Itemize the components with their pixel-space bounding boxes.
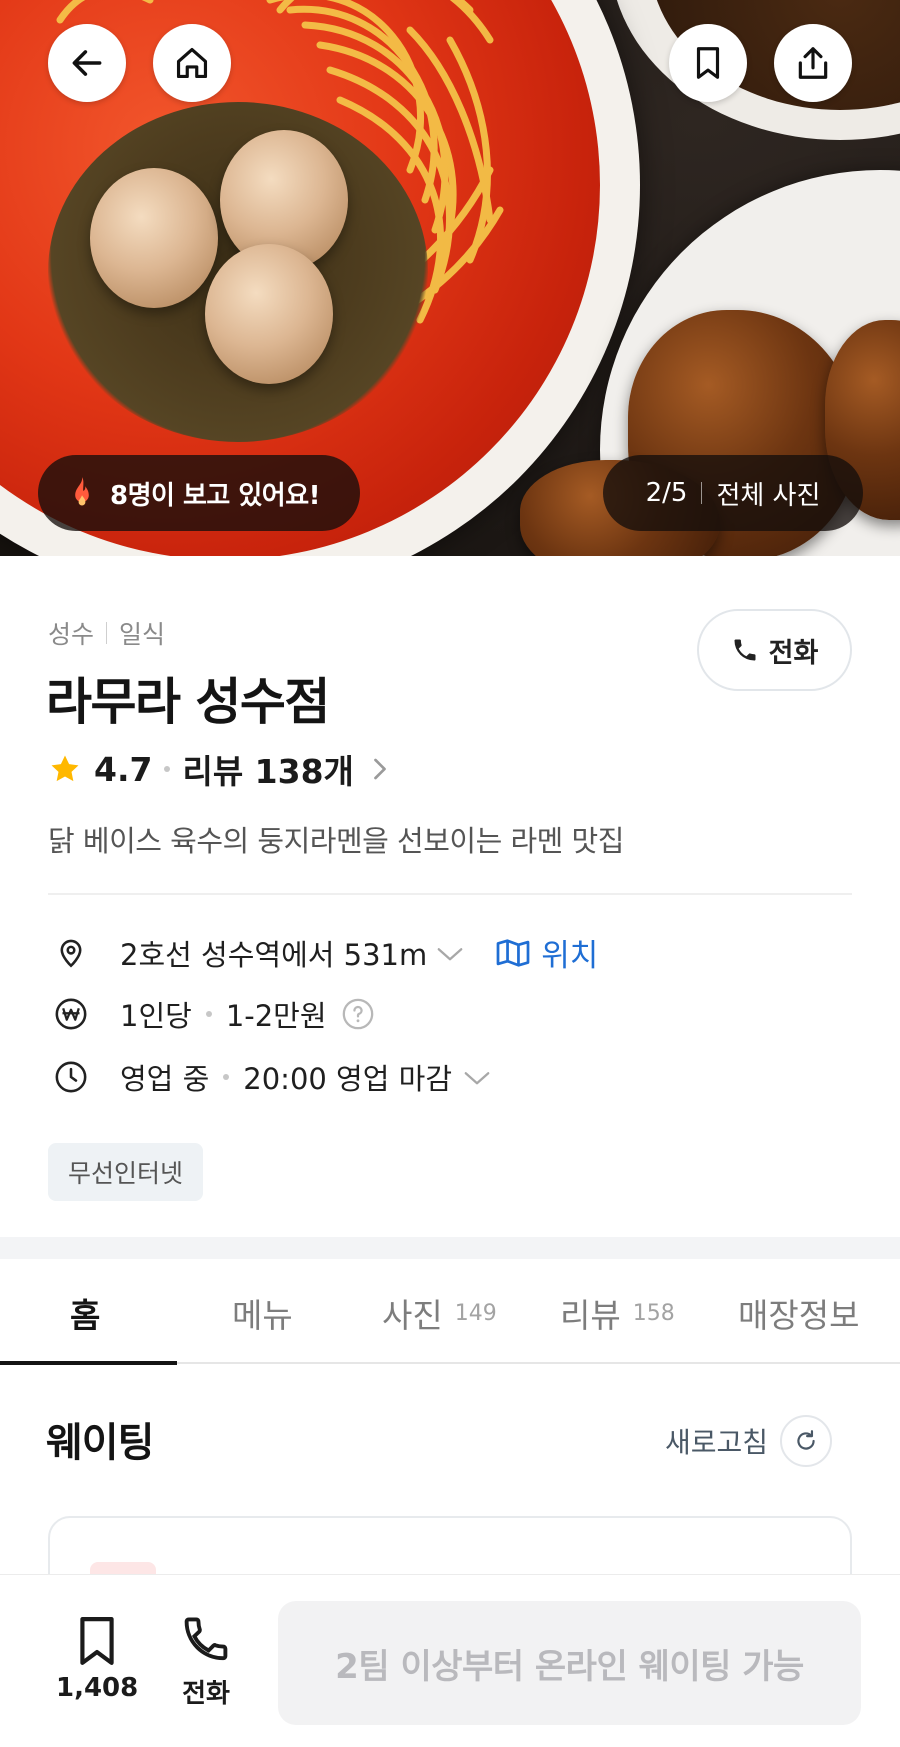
- tab-store-info[interactable]: 매장정보: [738, 1262, 859, 1364]
- price-row: 1인당 1-2만원: [52, 993, 375, 1035]
- section-divider: [48, 893, 852, 895]
- phone-icon: [734, 639, 756, 661]
- phone-icon: [184, 1617, 228, 1661]
- tab-count: 149: [454, 1300, 497, 1326]
- tab-label: 매장정보: [738, 1296, 860, 1335]
- open-status: 영업 중: [120, 1062, 210, 1096]
- call-label: 전화: [182, 1679, 230, 1709]
- tab-label: 메뉴: [232, 1296, 293, 1335]
- egg: [205, 244, 333, 384]
- rating-value: 4.7: [94, 749, 153, 789]
- star-icon: [51, 755, 79, 782]
- arrow-left-icon: [72, 50, 102, 76]
- all-photos-button[interactable]: 2/5 전체 사진: [603, 455, 863, 531]
- rating-row[interactable]: 4.7 리뷰 138개: [48, 745, 390, 793]
- location-row[interactable]: 2호선 성수역에서 531m 위치: [52, 930, 598, 975]
- refresh-button[interactable]: 새로고침: [665, 1415, 833, 1467]
- home-icon: [176, 47, 208, 79]
- hours-row[interactable]: 영업 중 20:00 영업 마감: [52, 1056, 492, 1098]
- price-range: 1-2만원: [225, 999, 327, 1033]
- tab-menu[interactable]: 메뉴: [232, 1262, 293, 1364]
- restaurant-name: 라무라 성수점: [46, 673, 330, 731]
- call-button[interactable]: 전화: [697, 609, 852, 691]
- tab-photos[interactable]: 사진 149: [382, 1262, 497, 1364]
- call-label: 전화: [768, 637, 819, 669]
- share-icon: [798, 47, 828, 79]
- price-label: 1인당: [120, 999, 192, 1033]
- live-viewers-text: 8명이 보고 있어요!: [110, 480, 321, 511]
- clock-icon: [55, 1061, 87, 1093]
- category-label: 일식: [119, 620, 166, 649]
- won-icon: [55, 998, 87, 1030]
- save-button[interactable]: 1,408: [56, 1613, 138, 1703]
- tab-label: 홈: [70, 1296, 101, 1335]
- bottom-action-bar: 1,408 전화 2팀 이상부터 온라인 웨이팅 가능: [0, 1574, 900, 1747]
- section-separator: [0, 1237, 900, 1259]
- live-viewers-pill: 8명이 보고 있어요!: [38, 455, 360, 531]
- chevron-right-icon: [374, 758, 386, 780]
- side-dish-plate: [610, 0, 900, 140]
- online-waiting-button[interactable]: 2팀 이상부터 온라인 웨이팅 가능: [278, 1601, 861, 1725]
- map-label: 위치: [541, 938, 599, 974]
- area-label: 성수: [48, 620, 95, 649]
- location-pin-icon: [60, 939, 82, 967]
- bookmark-icon: [80, 1617, 114, 1665]
- breadcrumb: 성수 일식: [48, 615, 165, 651]
- waiting-title: 웨이팅: [46, 1420, 154, 1466]
- map-link[interactable]: 위치: [495, 930, 598, 975]
- distance-text: 2호선 성수역에서 531m: [120, 937, 428, 972]
- separator-dot: [223, 1074, 230, 1080]
- map-icon: [496, 938, 530, 967]
- egg: [90, 168, 218, 308]
- save-count: 1,408: [56, 1673, 139, 1703]
- call-button[interactable]: 전화: [180, 1613, 232, 1710]
- active-tab-indicator: [0, 1361, 177, 1365]
- hero-photo[interactable]: 8명이 보고 있어요! 2/5 전체 사진: [0, 0, 900, 556]
- separator-dot: [164, 766, 171, 772]
- bookmark-button[interactable]: [669, 24, 747, 102]
- home-button[interactable]: [153, 24, 231, 102]
- review-count[interactable]: 리뷰 138개: [182, 745, 353, 793]
- divider: [701, 482, 703, 504]
- refresh-label: 새로고침: [665, 1426, 769, 1459]
- tab-label: 리뷰: [560, 1296, 621, 1335]
- separator-dot: [205, 1011, 212, 1017]
- tab-bar: 홈 메뉴 사진 149 리뷰 158 매장정보: [0, 1262, 900, 1364]
- closing-time: 20:00 영업 마감: [243, 1062, 452, 1096]
- chevron-down-icon: [464, 1072, 490, 1085]
- photo-counter: 2/5: [645, 478, 688, 508]
- tab-label: 사진: [382, 1296, 443, 1335]
- share-button[interactable]: [774, 24, 852, 102]
- divider: [106, 622, 108, 644]
- fire-icon: [75, 477, 89, 506]
- tab-reviews[interactable]: 리뷰 158: [560, 1262, 675, 1364]
- refresh-icon: [797, 1430, 815, 1450]
- restaurant-description: 닭 베이스 육수의 둥지라멘을 선보이는 라멘 맛집: [48, 824, 624, 858]
- back-button[interactable]: [48, 24, 126, 102]
- tab-home[interactable]: 홈: [70, 1262, 100, 1364]
- amenity-tag: 무선인터넷: [48, 1143, 204, 1201]
- all-photos-label: 전체 사진: [716, 480, 821, 511]
- bookmark-icon: [696, 47, 720, 79]
- tab-count: 158: [632, 1300, 675, 1326]
- chevron-down-icon: [437, 947, 463, 960]
- help-icon[interactable]: [341, 997, 375, 1031]
